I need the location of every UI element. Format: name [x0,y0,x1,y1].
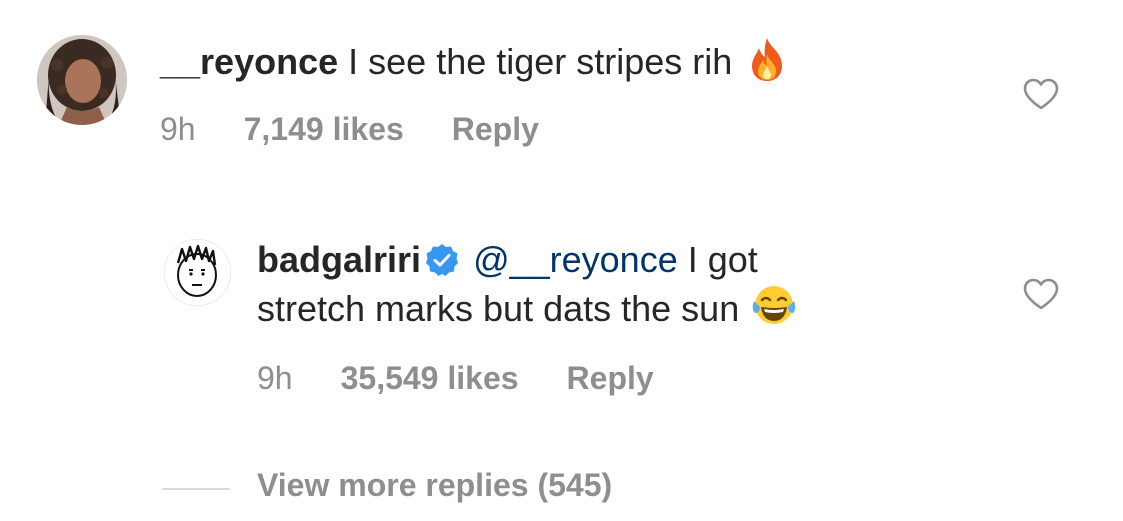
avatar-badgalriri[interactable] [164,239,231,306]
profile-photo [37,35,127,125]
reply-time: 9h [257,360,293,396]
fire-emoji [744,36,790,82]
cartoon-face-avatar [164,239,231,306]
reply-button[interactable]: Reply [452,111,539,147]
reply-username[interactable]: badgalriri [257,239,421,280]
mention-link[interactable]: @__reyonce [473,239,678,280]
tears-of-joy-emoji [751,283,797,329]
avatar-reyonce[interactable] [37,35,127,125]
divider-line [162,488,230,490]
comment-text: I see the tiger stripes rih [348,41,733,82]
reply-likes[interactable]: 35,549 likes [341,360,519,396]
comment-likes[interactable]: 7,149 likes [244,111,404,147]
heart-icon[interactable] [1022,277,1060,311]
comment-username[interactable]: __reyonce [160,41,338,82]
heart-icon[interactable] [1022,77,1060,111]
view-more-replies-button[interactable]: View more replies (545) [257,467,612,504]
reply-line-1: badgalriri @__reyonce I got [257,237,797,283]
comment-body: __reyonce I see the tiger stripes rih [160,36,790,85]
verified-badge-icon [425,242,459,276]
comment-meta: 9h 7,149 likes Reply [160,111,587,148]
reply-button[interactable]: Reply [567,360,654,396]
reply-text-line2: stretch marks but dats the sun [257,288,740,329]
reply-line-2: stretch marks but dats the sun [257,283,797,332]
reply-meta: 9h 35,549 likes Reply [257,360,702,397]
reply-body: badgalriri @__reyonce I got stretch mark… [257,237,797,332]
comment-time: 9h [160,111,196,147]
reply-text-line1: I got [687,239,758,280]
